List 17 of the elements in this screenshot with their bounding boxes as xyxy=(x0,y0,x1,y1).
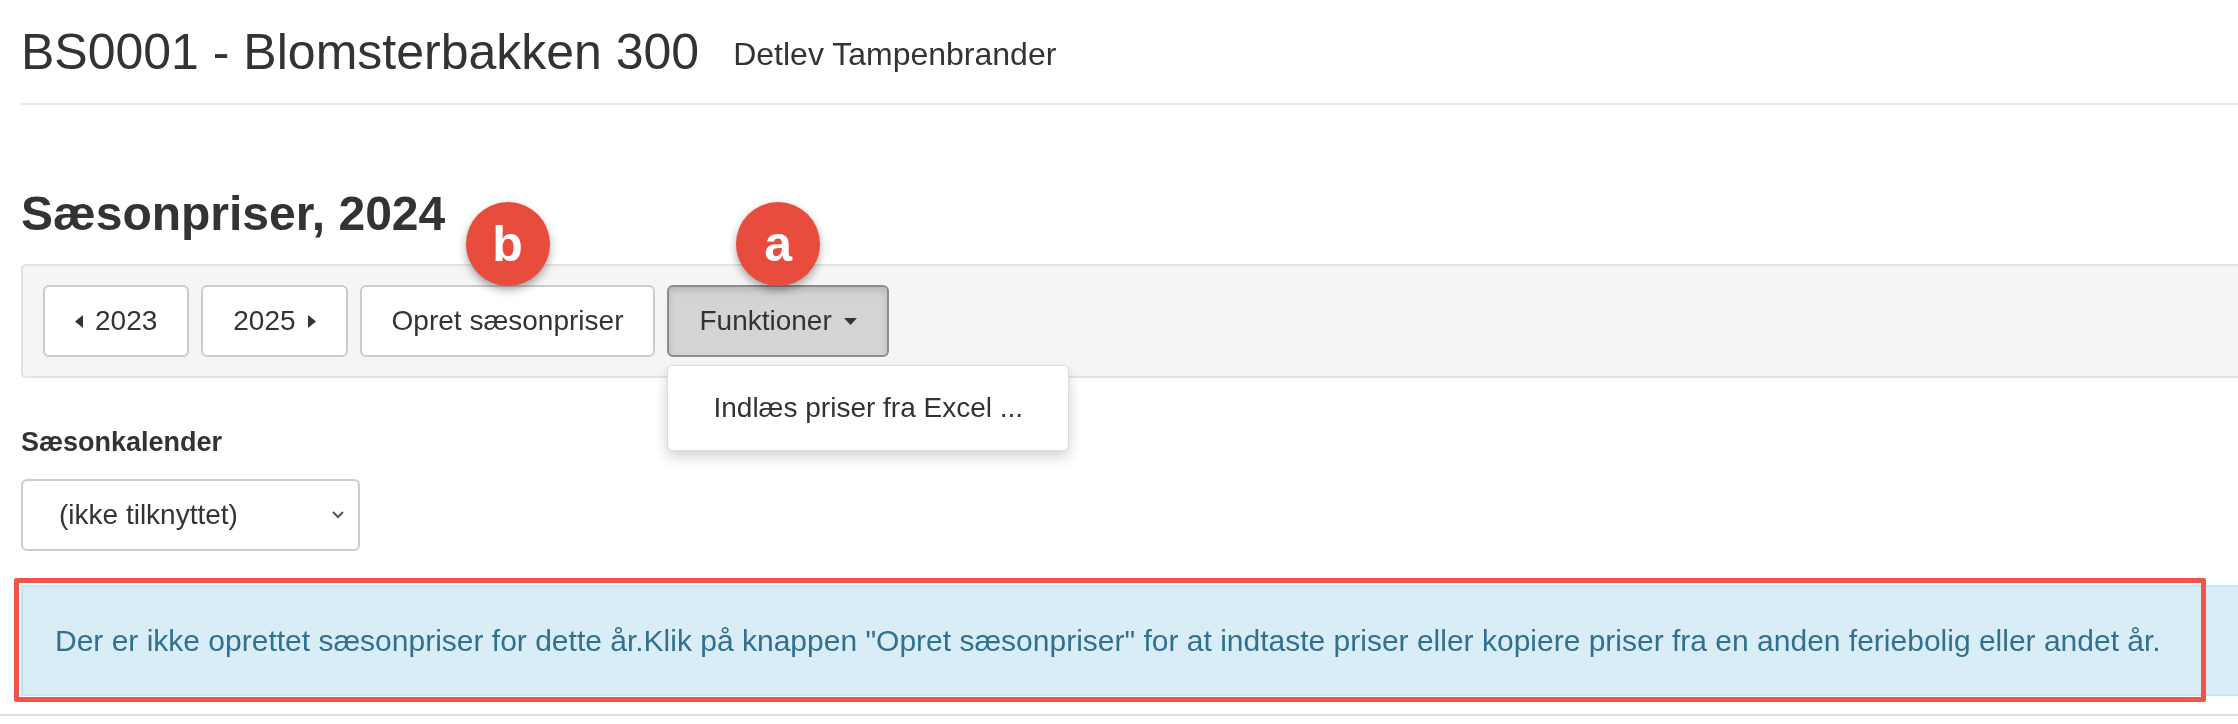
menu-item[interactable]: Indlæs priser fra Excel ... xyxy=(668,376,1069,440)
functions-dropdown-button[interactable]: Funktioner xyxy=(667,285,889,357)
next-year-button[interactable]: 2025 xyxy=(201,285,348,357)
owner-name: Detlev Tampenbrander xyxy=(733,36,1057,73)
page-title: BS0001 - Blomsterbakken 300 xyxy=(21,22,700,81)
field-label: Sæsonkalender xyxy=(21,426,223,459)
chevron-down-icon xyxy=(332,511,344,519)
right-triangle-icon xyxy=(307,314,316,328)
alert-message: Der er ikke oprettet sæsonpriser for dette år.Klik på knappen "Opret sæsonpriser" for at indtaste priser eller kopiere priser fra en anden feriebolig eller andet år. xyxy=(55,623,2161,658)
caret-icon xyxy=(843,317,857,325)
previous-year-button[interactable]: 2023 xyxy=(43,285,190,357)
callout-badge: b xyxy=(465,202,550,286)
create-prices-button[interactable]: Opret sæsonpriser xyxy=(359,285,656,357)
calendar-select[interactable]: (ikke tilknyttet) xyxy=(21,479,360,551)
left-triangle-icon xyxy=(75,314,83,328)
callout-badge: a xyxy=(736,202,821,286)
section-title: Sæsonpriser, 2024 xyxy=(21,186,446,242)
